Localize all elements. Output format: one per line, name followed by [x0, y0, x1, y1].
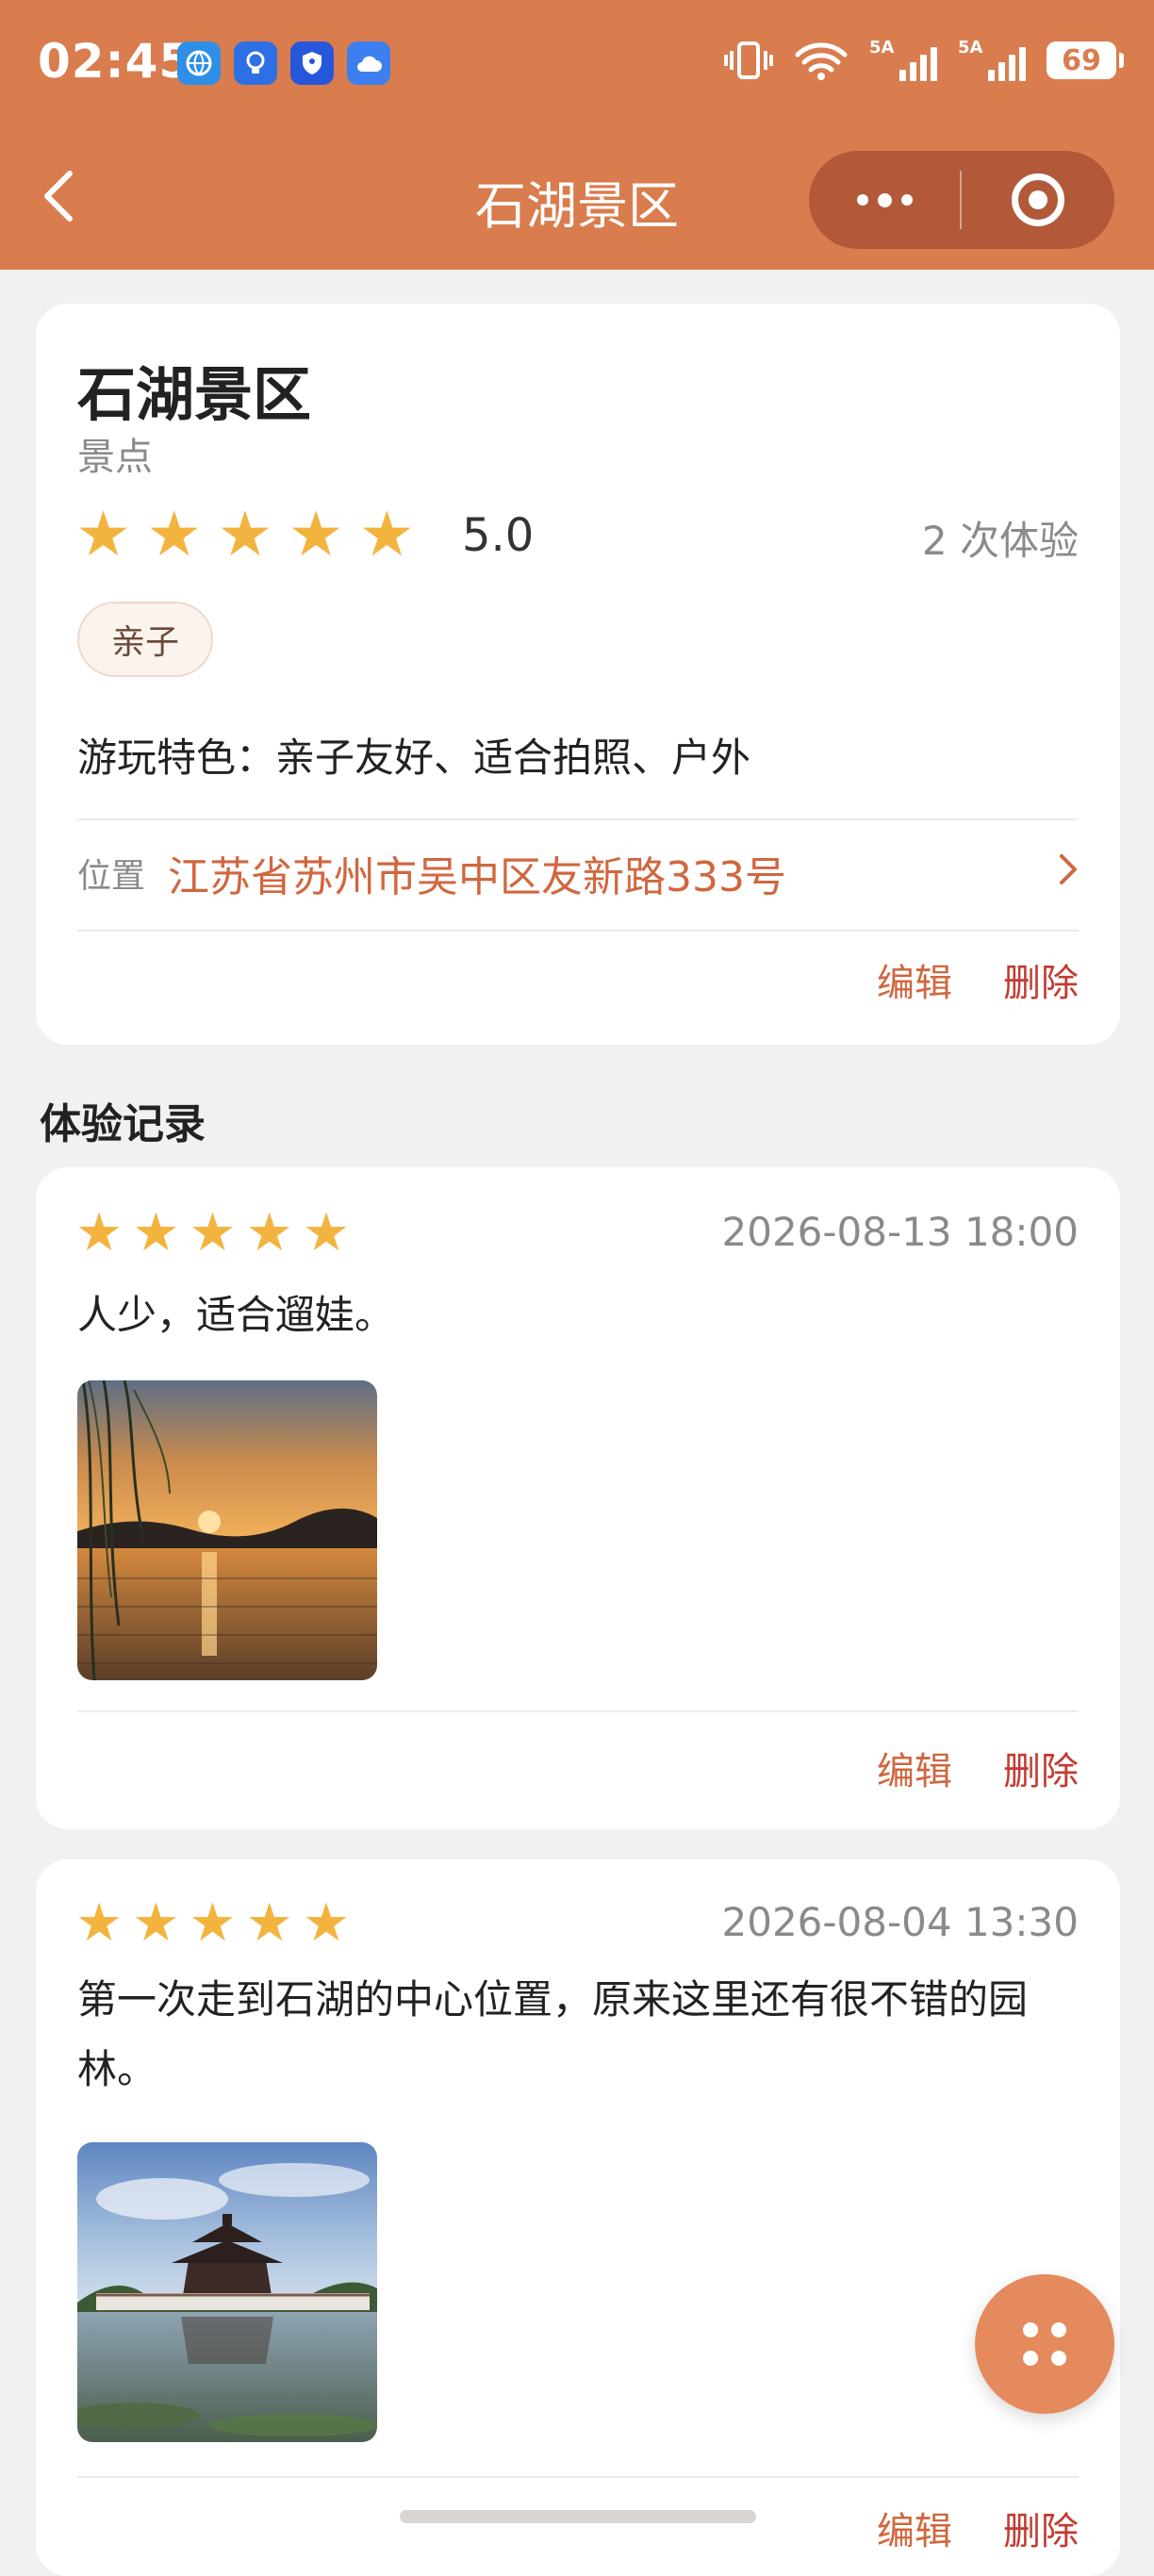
- sunset-lake-photo[interactable]: [77, 1380, 377, 1680]
- floating-action-button[interactable]: [975, 2274, 1114, 2414]
- rating-value: 5.0: [462, 509, 535, 562]
- star-icon: ★: [132, 1202, 180, 1263]
- place-category: 景点: [77, 436, 153, 479]
- tag-chip: 亲子: [77, 602, 214, 677]
- signal-strength-2: 5A: [958, 38, 1026, 83]
- target-circle-icon: [1012, 173, 1064, 226]
- experience-record-card: ★ ★ ★ ★ ★ 2026-08-13 18:00 人少，适合遛娃。 编辑 删…: [36, 1167, 1120, 1829]
- star-icon: ★: [146, 498, 203, 570]
- vibrate-icon: [724, 41, 773, 79]
- signal-label: 5A: [869, 38, 895, 58]
- edit-place-button[interactable]: 编辑: [877, 952, 952, 1007]
- record-date: 2026-08-04 13:30: [721, 1899, 1079, 1945]
- record-text: 人少，适合遛娃。: [77, 1292, 395, 1338]
- grid-dots-icon: [1023, 2322, 1038, 2337]
- signal-strength-1: 5A: [869, 38, 937, 83]
- star-icon: ★: [189, 1202, 237, 1263]
- star-icon: ★: [302, 1202, 351, 1263]
- section-title-records: 体验记录: [40, 1100, 206, 1148]
- cloud-icon: [347, 41, 390, 85]
- experience-count: 2 次体验: [921, 518, 1079, 564]
- chevron-right-icon: [1060, 854, 1077, 884]
- delete-record-button[interactable]: 删除: [1003, 2501, 1079, 2555]
- divider: [77, 1710, 1079, 1712]
- divider: [77, 818, 1079, 820]
- location-address[interactable]: 江苏省苏州市吴中区友新路333号: [168, 843, 786, 903]
- divider: [77, 2476, 1079, 2478]
- wifi-icon: [795, 42, 848, 80]
- pavilion-lake-photo[interactable]: [77, 2142, 377, 2442]
- star-icon: ★: [75, 498, 132, 570]
- battery-indicator: 69: [1047, 41, 1124, 79]
- experience-record-card: ★ ★ ★ ★ ★ 2026-08-04 13:30 第一次走到石湖的中心位置，…: [36, 1859, 1120, 2576]
- signal-label: 5A: [958, 38, 983, 58]
- more-dots-icon: [856, 194, 868, 206]
- place-features: 游玩特色：亲子友好、适合拍照、户外: [77, 735, 751, 781]
- browser-icon: [177, 41, 221, 85]
- status-app-icons: [177, 41, 390, 85]
- record-text: 第一次走到石湖的中心位置，原来这里还有很不错的园林。: [77, 1976, 1029, 2092]
- status-indicators: 5A 5A 69: [724, 38, 1124, 83]
- star-icon: ★: [245, 1892, 293, 1954]
- location-label: 位置: [77, 857, 146, 896]
- star-icon: ★: [358, 498, 415, 570]
- top-bar: 02:45 5A 5A 69 石湖景区: [0, 0, 1154, 270]
- battery-level: 69: [1062, 43, 1101, 77]
- record-rating-stars: ★ ★ ★ ★ ★: [75, 1897, 350, 1950]
- star-icon: ★: [288, 498, 344, 570]
- star-icon: ★: [302, 1892, 351, 1954]
- star-icon: ★: [132, 1892, 180, 1954]
- place-info-card: 石湖景区 景点 ★ ★ ★ ★ ★ 5.0 2 次体验 亲子 游玩特色：亲子友好…: [36, 304, 1120, 1045]
- star-icon: ★: [75, 1202, 124, 1263]
- edit-record-button[interactable]: 编辑: [877, 2501, 952, 2555]
- lightbulb-icon: [234, 41, 277, 85]
- close-button[interactable]: [962, 151, 1114, 249]
- more-button[interactable]: [809, 151, 960, 249]
- delete-place-button[interactable]: 删除: [1003, 952, 1079, 1007]
- edit-record-button[interactable]: 编辑: [877, 1741, 952, 1795]
- divider: [77, 930, 1079, 932]
- star-icon: ★: [75, 1892, 124, 1954]
- record-date: 2026-08-13 18:00: [721, 1209, 1079, 1255]
- star-icon: ★: [217, 498, 273, 570]
- delete-record-button[interactable]: 删除: [1003, 1741, 1079, 1795]
- shield-icon: [290, 41, 334, 85]
- place-name: 石湖景区: [77, 360, 312, 429]
- mini-program-capsule: [809, 151, 1114, 249]
- star-icon: ★: [189, 1892, 237, 1954]
- star-icon: ★: [245, 1202, 293, 1263]
- home-indicator[interactable]: [400, 2510, 756, 2523]
- record-rating-stars: ★ ★ ★ ★ ★: [75, 1207, 350, 1260]
- status-time: 02:45: [38, 34, 193, 89]
- place-rating-stars: ★ ★ ★ ★ ★: [75, 504, 415, 566]
